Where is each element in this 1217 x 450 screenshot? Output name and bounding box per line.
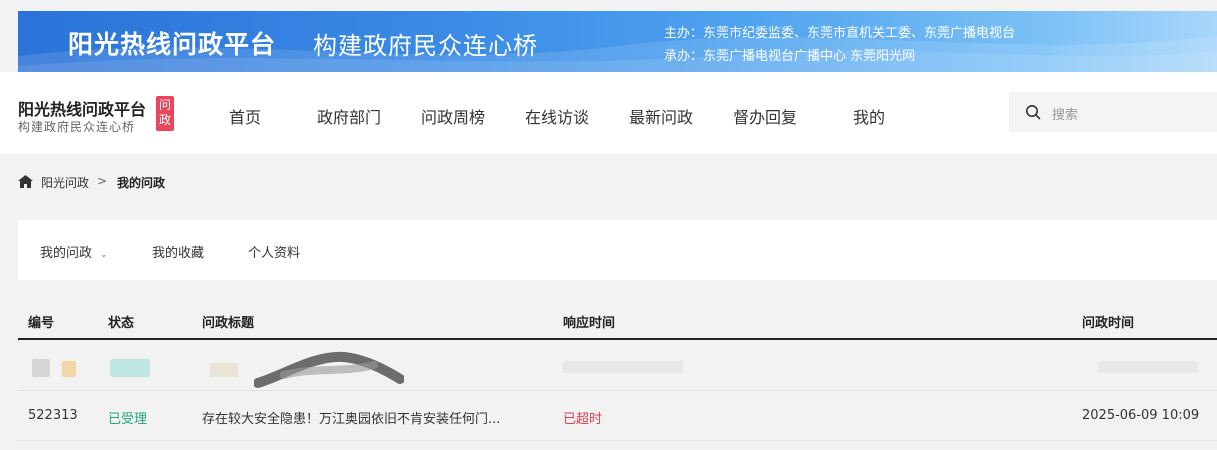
row-title-link[interactable]: 存在较大安全隐患！万江奥园依旧不肯安装任何门... (202, 408, 500, 427)
chevron-down-icon: ⌄ (100, 250, 108, 260)
tab-my-questions-label: 我的问政 (40, 246, 93, 261)
redacted-block (563, 361, 683, 373)
home-icon (18, 175, 33, 188)
redacted-block (62, 361, 76, 377)
logo-title[interactable]: 阳光热线问政平台 (18, 96, 146, 120)
tab-my-favorites[interactable]: 我的收藏 (152, 242, 204, 261)
top-banner: 阳光热线问政平台 构建政府民众连心桥 主办：东莞市纪委监委、东莞市直机关工委、东… (18, 11, 1217, 72)
redacted-block (110, 359, 150, 377)
nav-mine[interactable]: 我的 (853, 104, 885, 128)
breadcrumb-root[interactable]: 阳光问政 (41, 174, 89, 191)
search-placeholder: 搜索 (1052, 108, 1079, 123)
banner-host: 主办：东莞市纪委监委、东莞市直机关工委、东莞广播电视台 (664, 26, 1016, 41)
table-row-redacted (18, 341, 1217, 391)
nav-latest[interactable]: 最新问政 (629, 104, 693, 128)
row-id: 522313 (28, 408, 78, 423)
search-input[interactable]: 搜索 (1009, 92, 1217, 132)
redacted-block (32, 359, 50, 377)
search-icon[interactable] (1025, 104, 1041, 120)
nav-supervision-reply[interactable]: 督办回复 (733, 104, 797, 128)
column-header-id: 编号 (28, 316, 55, 331)
row-time: 2025-06-09 10:09 (1082, 408, 1200, 423)
table-row[interactable]: 522313 已受理 存在较大安全隐患！万江奥园依旧不肯安装任何门... 已超时… (18, 391, 1217, 441)
tab-my-questions[interactable]: 我的问政 ⌄ (40, 242, 108, 261)
tab-profile[interactable]: 个人资料 (248, 242, 300, 261)
column-header-status: 状态 (108, 316, 135, 331)
banner-slogan: 构建政府民众连心桥 (313, 32, 538, 60)
banner-organizer: 承办：东莞广播电视台广播中心 东莞阳光网 (664, 49, 916, 64)
redacted-block (210, 363, 238, 377)
profile-tabs: 我的问政 ⌄ 我的收藏 个人资料 (18, 220, 1217, 280)
breadcrumb-current: 我的问政 (117, 176, 166, 190)
nav-weekly-ranking[interactable]: 问政周榜 (421, 104, 485, 128)
logo-badge: 问政 (156, 96, 174, 131)
redacted-block (1098, 361, 1198, 373)
row-response-status: 已超时 (563, 412, 603, 427)
column-header-response: 响应时间 (563, 316, 616, 331)
row-status: 已受理 (108, 412, 148, 427)
nav-online-interview[interactable]: 在线访谈 (525, 104, 589, 128)
nav-home[interactable]: 首页 (229, 104, 261, 128)
column-header-title: 问政标题 (202, 316, 255, 331)
column-header-time: 问政时间 (1082, 316, 1135, 331)
redacted-scribble (254, 351, 404, 388)
table-header: 编号 状态 问政标题 响应时间 问政时间 (18, 300, 1217, 340)
breadcrumb-separator: > (97, 174, 108, 188)
banner-title: 阳光热线问政平台 (68, 30, 277, 59)
nav-departments[interactable]: 政府部门 (317, 104, 381, 128)
main-header: 阳光热线问政平台 构建政府民众连心桥 问政 首页 政府部门 问政周榜 在线访谈 … (0, 72, 1217, 154)
logo-subtitle: 构建政府民众连心桥 (18, 120, 136, 134)
